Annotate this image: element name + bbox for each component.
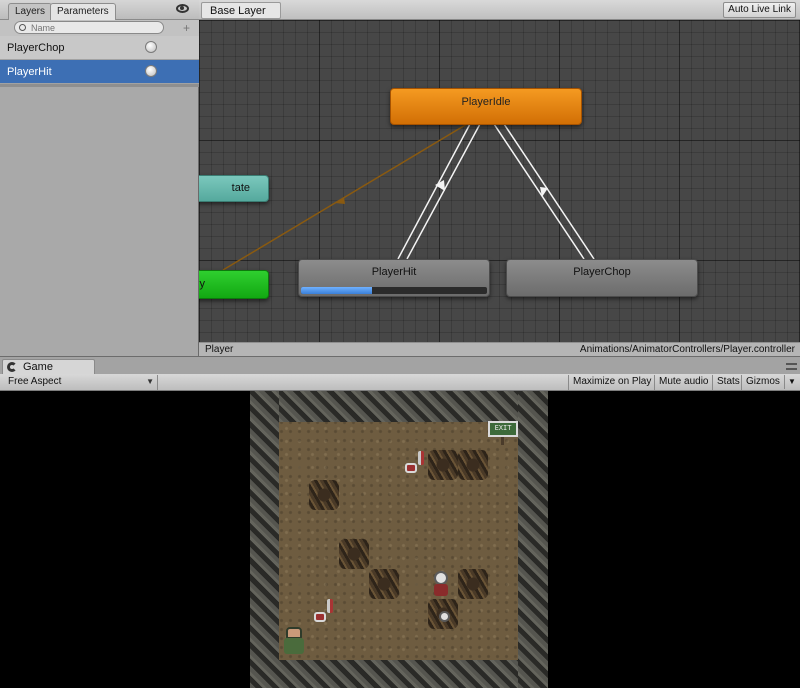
player-character-body: [284, 638, 304, 654]
tab-game[interactable]: Game: [2, 359, 95, 375]
gizmos-toggle[interactable]: Gizmos: [741, 375, 788, 390]
breadcrumb[interactable]: Base Layer: [201, 2, 281, 19]
plus-icon[interactable]: +: [183, 21, 190, 35]
inner-wall-tile: [339, 539, 369, 569]
food-pickup: [405, 463, 417, 473]
state-label: PlayerChop: [573, 266, 631, 278]
tab-layers[interactable]: Layers: [8, 3, 53, 20]
graph-status-bar: Player Animations/AnimatorControllers/Pl…: [199, 342, 800, 356]
auto-live-link-button[interactable]: Auto Live Link: [723, 2, 796, 18]
outer-wall-left: [250, 391, 279, 688]
outer-wall-top: [250, 391, 548, 422]
transition-idle-to-chop[interactable]: [493, 123, 585, 260]
inner-wall-tile: [458, 569, 488, 599]
enemy-zombie-head: [439, 611, 450, 622]
state-label: tate: [231, 182, 250, 194]
state-label: PlayerIdle: [461, 96, 511, 108]
exit-sign: EXIT: [488, 421, 518, 437]
trigger-toggle[interactable]: [145, 41, 157, 53]
state-player-chop[interactable]: PlayerChop: [506, 259, 698, 297]
parameter-list-divider: [0, 84, 199, 87]
transition-arrow: [335, 197, 345, 204]
parameter-search-row: [0, 20, 199, 36]
graph-toolbar: Base Layer Auto Live Link: [199, 0, 800, 20]
search-icon: [19, 24, 26, 31]
maximize-on-play-toggle[interactable]: Maximize on Play: [568, 375, 655, 390]
parameter-name: PlayerChop: [7, 42, 65, 54]
state-entry[interactable]: y: [199, 270, 269, 299]
menu-icon[interactable]: [786, 363, 797, 370]
state-label: PlayerHit: [371, 266, 417, 278]
aspect-dropdown-value: Free Aspect: [8, 376, 62, 387]
game-tab-bar: Game: [0, 356, 800, 375]
exit-sign-post: [501, 437, 504, 445]
mute-audio-toggle[interactable]: Mute audio: [654, 375, 712, 390]
parameter-row-playerchop[interactable]: PlayerChop: [0, 36, 199, 60]
panel-tab-bar: Layers Parameters: [0, 0, 199, 20]
game-toolbar: Free Aspect ▼ Maximize on Play Mute audi…: [0, 374, 800, 391]
transition-lines: [222, 123, 595, 271]
state-machine-graph[interactable]: PlayerIdle tate y PlayerHit PlayerChop: [199, 20, 800, 342]
state-progress-bar: [301, 287, 487, 294]
outer-wall-bottom: [250, 660, 548, 688]
inner-wall-tile: [369, 569, 399, 599]
game-viewport[interactable]: EXIT: [0, 391, 800, 688]
soda-pickup: [418, 451, 424, 465]
inner-wall-tile: [309, 480, 339, 510]
state-player-idle[interactable]: PlayerIdle: [390, 88, 582, 125]
state-player-hit[interactable]: PlayerHit: [298, 259, 490, 297]
outer-wall-right: [518, 391, 548, 688]
trigger-toggle[interactable]: [145, 65, 157, 77]
dropdown-arrow-icon: ▼: [146, 377, 154, 386]
inner-wall-tile: [428, 450, 458, 480]
aspect-dropdown[interactable]: Free Aspect ▼: [2, 375, 158, 390]
eye-icon[interactable]: [176, 4, 189, 13]
tab-game-label: Game: [23, 361, 53, 373]
state-label: y: [199, 278, 206, 290]
parameter-row-playerhit[interactable]: PlayerHit: [0, 60, 199, 84]
parameters-panel: Layers Parameters + PlayerChop PlayerHit: [0, 0, 199, 356]
gizmos-dropdown-arrow-icon[interactable]: ▼: [784, 375, 796, 389]
state-progress-fill: [301, 287, 372, 294]
food-pickup: [314, 612, 326, 622]
enemy-zombie-head: [434, 571, 448, 585]
tab-parameters[interactable]: Parameters: [50, 3, 116, 20]
state-any-state[interactable]: tate: [199, 175, 269, 202]
transition-idle-to-hit[interactable]: [406, 123, 481, 260]
transition-chop-to-idle[interactable]: [503, 123, 595, 260]
status-layer-name: Player: [205, 344, 234, 355]
pacman-icon: [7, 362, 17, 372]
inner-wall-tile: [458, 450, 488, 480]
enemy-zombie-body: [434, 584, 448, 596]
stats-toggle[interactable]: Stats: [712, 375, 744, 390]
status-controller-path: Animations/AnimatorControllers/Player.co…: [579, 344, 795, 355]
soda-pickup: [327, 599, 333, 613]
parameter-search-input[interactable]: [14, 21, 164, 34]
game-board[interactable]: EXIT: [250, 391, 548, 688]
parameter-name: PlayerHit: [7, 66, 52, 78]
